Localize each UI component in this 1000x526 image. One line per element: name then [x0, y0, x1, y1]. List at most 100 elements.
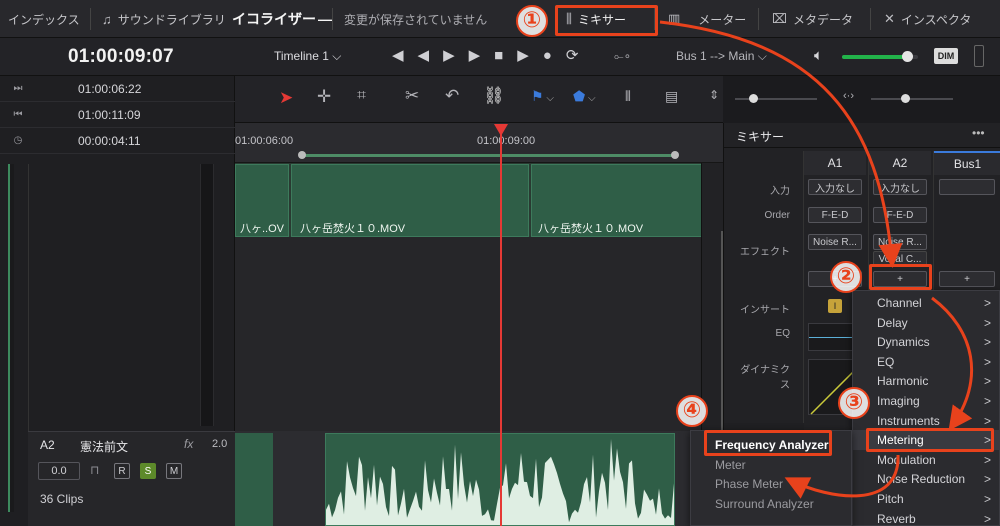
menu-item-dynamics[interactable]: Dynamics >	[853, 332, 999, 352]
clock-icon: ◷	[13, 135, 23, 146]
meter-tab[interactable]: ▥ メーター	[668, 0, 746, 38]
flag-icon[interactable]: ⚑ ⌵	[531, 88, 554, 105]
razor-icon[interactable]: ✂	[405, 86, 419, 106]
video-clip[interactable]: 八ヶ岳焚火１０.MOV	[291, 164, 529, 237]
effect-slot-a1[interactable]: Noise R...	[808, 234, 862, 250]
selection-tool-icon[interactable]: ➤	[279, 88, 293, 108]
input-select-a1[interactable]: 入力なし	[808, 179, 862, 195]
zoom-slider[interactable]	[735, 94, 817, 103]
master-volume-slider[interactable]	[842, 51, 918, 62]
more-options-icon[interactable]: •••	[972, 126, 985, 140]
fx-icon[interactable]: fx	[184, 437, 193, 451]
video-clip[interactable]: 八ヶ岳焚火１０.MOV	[531, 164, 723, 237]
layout-toggle-icon[interactable]	[974, 45, 984, 67]
stop-icon[interactable]: ■	[494, 47, 517, 64]
menu-item-pitch[interactable]: Pitch >	[853, 489, 999, 509]
ruler-timecode: 01:00:09:00	[477, 135, 536, 147]
input-select-a2[interactable]: 入力なし	[873, 179, 927, 195]
annotation-box-frequency-analyzer	[704, 430, 832, 456]
index-button[interactable]: インデックス	[8, 0, 80, 38]
solo-button[interactable]: S	[140, 463, 156, 479]
chevron-right-icon: >	[983, 452, 991, 467]
speaker-icon[interactable]: 🔈︎	[814, 47, 823, 64]
menu-item-delay[interactable]: Delay >	[853, 313, 999, 333]
lock-icon[interactable]: ⊓	[90, 463, 99, 477]
bus-routing[interactable]: Bus 1 --> Main ⌵	[676, 49, 767, 64]
menu-item-channel[interactable]: Channel >	[853, 293, 999, 313]
timecode-row: ◷ 00:00:04:11	[0, 128, 235, 154]
menu-item-reverb[interactable]: Reverb >	[853, 509, 999, 526]
chevron-right-icon: >	[983, 315, 991, 330]
marker-icon[interactable]: ⬟ ⌵	[573, 88, 596, 105]
channel-header-a1[interactable]: A1	[804, 151, 866, 175]
range-tool-icon[interactable]: ✛	[317, 87, 331, 107]
timecode-value: 00:00:04:11	[78, 133, 141, 148]
step-2-badge: ②	[830, 261, 862, 293]
music-note-icon: ♫	[102, 11, 112, 27]
sound-library-button[interactable]: ♫ サウンドライブラリ	[102, 0, 226, 38]
rewind-icon[interactable]: ◀◀	[392, 47, 443, 64]
equalizer-title: イコライザー —	[232, 11, 332, 27]
track-name[interactable]: 憲法前文	[80, 438, 128, 455]
menu-item-label: Dynamics	[877, 335, 930, 350]
chevron-right-icon: >	[983, 354, 991, 369]
order-a1[interactable]: F-E-D	[808, 207, 862, 223]
submenu-item-meter[interactable]: Meter	[691, 455, 851, 475]
timeline-selector[interactable]: Timeline 1 ⌵	[274, 49, 341, 64]
automation-icon[interactable]: ⟜∘	[614, 49, 631, 64]
row-label-effect: エフェクト	[740, 247, 790, 258]
effect-slot-a2[interactable]: Noise R...	[873, 234, 927, 250]
submenu-item-phase-meter[interactable]: Phase Meter	[691, 474, 851, 494]
audio-clip[interactable]	[235, 433, 273, 526]
order-a2[interactable]: F-E-D	[873, 207, 927, 223]
menu-item-imaging[interactable]: Imaging >	[853, 391, 999, 411]
transport-bar: 01:00:09:07 Timeline 1 ⌵ ◀◀▶▶■▶●⟳ ⟜∘ Bus…	[0, 38, 1000, 76]
channel-header-bus1[interactable]: Bus1	[934, 151, 1000, 175]
menu-item-noise-reduction[interactable]: Noise Reduction >	[853, 469, 999, 489]
layout-icon[interactable]: ▤	[665, 88, 678, 105]
menu-item-modulation[interactable]: Modulation >	[853, 450, 999, 470]
record-icon[interactable]: ●	[543, 47, 566, 64]
fast-forward-icon[interactable]: ▶▶	[443, 47, 494, 64]
trim-tool-icon[interactable]: ⌗	[357, 87, 366, 105]
menu-item-harmonic[interactable]: Harmonic >	[853, 371, 999, 391]
menu-item-label: EQ	[877, 354, 895, 369]
add-effect-bus1[interactable]: +	[939, 271, 995, 287]
track-scroll-indicator	[8, 164, 14, 512]
mark-out-icon: ⏮	[13, 109, 23, 120]
annotation-box-metering	[866, 428, 994, 452]
playhead	[500, 130, 502, 526]
inspector-tab[interactable]: ✕ インスペクタ	[884, 0, 971, 38]
level-field[interactable]: 0.0	[38, 462, 80, 480]
dim-button[interactable]: DIM	[934, 48, 958, 64]
menu-item-label: Channel	[877, 296, 922, 310]
record-arm-button[interactable]: R	[114, 463, 130, 479]
input-select-bus1[interactable]	[939, 179, 995, 195]
time-ruler: 01:00:06:00 01:00:09:00	[235, 123, 723, 163]
timecode-value: 01:00:06:22	[78, 81, 142, 96]
left-panel: ⏭ 01:00:06:22 ⏮ 01:00:11:09 ◷ 00:00:04:11 A2 …	[0, 76, 235, 526]
video-clip[interactable]: 八ヶ..OV	[235, 164, 289, 237]
mixer-title: ミキサー	[736, 130, 785, 144]
chevron-right-icon: >	[983, 296, 991, 310]
horizontal-zoom-slider[interactable]	[871, 94, 953, 103]
timecode-display: 01:00:09:07	[68, 46, 174, 67]
menu-item-label: Reverb	[877, 511, 916, 526]
menu-item-eq[interactable]: EQ >	[853, 352, 999, 372]
range-bar[interactable]	[301, 154, 675, 157]
horizontal-zoom-icon[interactable]: ‹·›	[843, 90, 854, 102]
row-label-insert: インサート	[740, 305, 790, 316]
link-icon[interactable]: ⛓	[483, 86, 505, 106]
waveform-view-icon[interactable]: ⫴	[625, 88, 631, 105]
mark-in-icon: ⏭	[13, 83, 23, 94]
loop-icon[interactable]: ⟳	[566, 47, 593, 64]
submenu-item-surround-analyzer[interactable]: Surround Analyzer	[691, 494, 851, 514]
snap-icon[interactable]: ↶	[445, 86, 459, 106]
metadata-tab[interactable]: ⌧ メタデータ	[772, 0, 853, 38]
resolve-fairlight-page: インデックス ♫ サウンドライブラリ イコライザー — 変更が保存されていません ⫼…	[0, 0, 1000, 526]
insert-button[interactable]: I	[828, 299, 842, 313]
zoom-icon[interactable]: ⇕	[709, 88, 719, 102]
play-icon[interactable]: ▶	[517, 47, 543, 64]
mute-button[interactable]: M	[166, 463, 182, 479]
channel-header-a2[interactable]: A2	[869, 151, 931, 175]
